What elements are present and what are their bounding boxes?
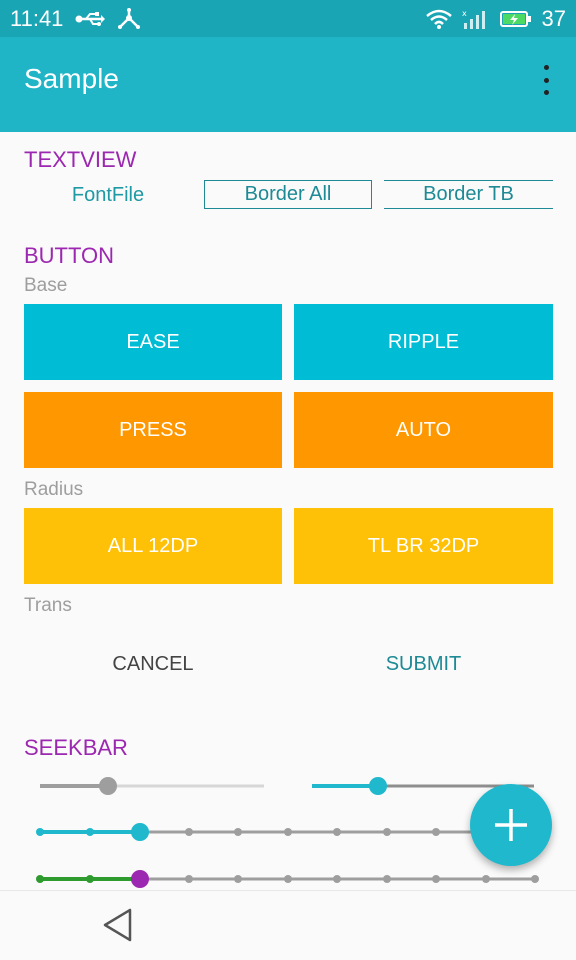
connection-icon: [117, 7, 141, 30]
navigation-bar: [0, 890, 576, 960]
more-vertical-icon[interactable]: [538, 65, 554, 95]
radius-label: Radius: [24, 479, 84, 500]
seekbar-1-thumb: [99, 777, 117, 795]
signal-icon: x: [462, 8, 490, 30]
tl-br-32dp-button[interactable]: TL BR 32DP: [294, 508, 553, 584]
button-section-title: BUTTON: [24, 243, 115, 268]
submit-button[interactable]: SUBMIT: [294, 640, 553, 688]
textview-section-title: TEXTVIEW: [24, 147, 137, 172]
wifi-icon: [425, 9, 452, 29]
press-button[interactable]: PRESS: [24, 392, 282, 468]
battery-icon: [499, 10, 532, 28]
seekbar-3-thumb: [131, 823, 149, 841]
all-12dp-button[interactable]: ALL 12DP: [24, 508, 282, 584]
seekbar-1[interactable]: [40, 777, 264, 795]
ripple-button[interactable]: RIPPLE: [294, 304, 553, 380]
add-fab-button[interactable]: [470, 784, 552, 866]
status-bar: 11:41 x 37: [0, 0, 576, 37]
app-title: Sample: [24, 63, 119, 94]
back-triangle-icon[interactable]: [100, 907, 136, 943]
seekbar-2-thumb: [369, 777, 387, 795]
svg-text:x: x: [462, 9, 467, 18]
trans-label: Trans: [24, 595, 72, 616]
seekbar-4[interactable]: [36, 870, 539, 888]
status-time: 11:41: [10, 5, 64, 31]
base-label: Base: [24, 275, 68, 296]
fontfile-textview: FontFile: [71, 184, 145, 206]
ease-button[interactable]: EASE: [24, 304, 282, 380]
border-all-textview: Border All: [204, 180, 372, 209]
plus-icon: [495, 809, 527, 841]
auto-button[interactable]: AUTO: [294, 392, 553, 468]
seekbar-3[interactable]: [36, 823, 535, 841]
cancel-button[interactable]: CANCEL: [24, 640, 282, 688]
seekbar-section-title: SEEKBAR: [24, 735, 128, 760]
battery-level: 37: [541, 5, 566, 31]
border-tb-textview: Border TB: [384, 180, 553, 209]
usb-icon: [75, 10, 106, 28]
seekbar-4-thumb: [131, 870, 149, 888]
app-bar-wave-edge: [0, 110, 576, 128]
